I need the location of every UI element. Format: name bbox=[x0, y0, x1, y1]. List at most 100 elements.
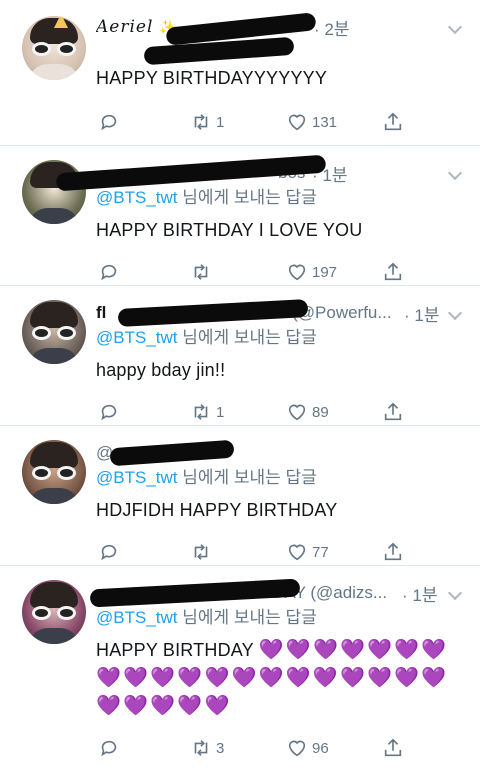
retweet-button[interactable]: 1 bbox=[190, 401, 224, 423]
chevron-down-icon[interactable] bbox=[447, 305, 463, 321]
timestamp[interactable]: · 1분 bbox=[404, 301, 439, 326]
tweet-header: bos · 1분 bbox=[55, 154, 480, 192]
tweet[interactable]: fl DAY (@Powerfu... · 1분 @BTS_twt 님에게 보내… bbox=[0, 286, 480, 426]
tweet-text-main: HAPPY BIRTHDAY bbox=[96, 640, 254, 660]
purple-heart-emoji: 💜 bbox=[367, 639, 393, 661]
reply-context: @BTS_twt 님에게 보내는 답글 bbox=[96, 326, 480, 350]
retweet-icon bbox=[194, 114, 208, 130]
like-icon bbox=[288, 544, 306, 561]
display-name[interactable]: fl bbox=[96, 303, 106, 323]
like-button[interactable]: 96 bbox=[286, 737, 329, 759]
purple-heart-emoji: 💜 bbox=[150, 667, 176, 689]
reply-button[interactable] bbox=[98, 111, 120, 133]
purple-heart-emoji: 💜 bbox=[123, 695, 149, 717]
chevron-down-icon[interactable] bbox=[447, 165, 463, 181]
tweet[interactable]: JIN DAY (@adizs... · 1분 @BTS_twt 님에게 보내는… bbox=[0, 566, 480, 757]
tweet[interactable]: bos · 1분 @BTS_twt 님에게 보내는 답글 HAPPY BIRTH… bbox=[0, 146, 480, 286]
retweet-count: 1 bbox=[216, 113, 225, 131]
retweet-count: 3 bbox=[216, 739, 225, 757]
share-button[interactable] bbox=[382, 737, 404, 759]
purple-heart-emoji: 💜 bbox=[394, 639, 420, 661]
reply-suffix: 님에게 보내는 답글 bbox=[177, 188, 317, 207]
chevron-down-icon[interactable] bbox=[447, 19, 463, 35]
purple-heart-emoji: 💜 bbox=[340, 639, 366, 661]
reply-button[interactable] bbox=[98, 261, 120, 283]
tweet-header: @ bbox=[96, 439, 480, 467]
reply-button[interactable] bbox=[98, 401, 120, 423]
tweet-actions: 3 96 bbox=[96, 724, 480, 772]
share-button[interactable] bbox=[382, 401, 404, 423]
like-button[interactable]: 197 bbox=[286, 261, 337, 283]
retweet-icon bbox=[194, 404, 208, 420]
retweet-button[interactable]: 3 bbox=[190, 737, 224, 759]
avatar[interactable] bbox=[22, 580, 86, 644]
reply-suffix: 님에게 보내는 답글 bbox=[177, 608, 317, 627]
purple-heart-emoji: 💜 bbox=[339, 667, 366, 689]
like-count: 89 bbox=[312, 403, 329, 421]
reply-suffix: 님에게 보내는 답글 bbox=[177, 328, 317, 347]
purple-heart-emoji: 💜 bbox=[258, 667, 284, 689]
like-count: 77 bbox=[312, 543, 329, 561]
purple-heart-emoji: 💜 bbox=[258, 639, 284, 661]
party-hat-icon bbox=[54, 16, 68, 28]
purple-heart-emoji: 💜 bbox=[312, 667, 338, 689]
share-button[interactable] bbox=[382, 541, 404, 563]
reply-button[interactable] bbox=[98, 737, 120, 759]
redaction-scribble bbox=[109, 439, 235, 467]
retweet-button[interactable]: 1 bbox=[190, 111, 224, 133]
timestamp[interactable]: · 2분 bbox=[314, 15, 349, 40]
like-button[interactable]: 89 bbox=[286, 401, 329, 423]
purple-heart-emoji: 💜 bbox=[285, 667, 311, 689]
timeline: Aeriel ✨ · 2분 HAPPY BIRTHDAYYYYYYY 1 131 bbox=[0, 0, 480, 757]
avatar[interactable] bbox=[22, 440, 86, 504]
like-button[interactable]: 77 bbox=[286, 541, 329, 563]
reply-icon bbox=[101, 114, 117, 131]
display-name[interactable]: Aeriel bbox=[96, 17, 153, 37]
like-icon bbox=[288, 740, 306, 757]
retweet-icon bbox=[194, 264, 208, 280]
like-count: 197 bbox=[312, 263, 338, 281]
purple-heart-emoji: 💜 bbox=[204, 695, 230, 717]
tweet-text: HAPPY BIRTHDAYYYYYYY bbox=[96, 68, 328, 88]
reply-icon bbox=[101, 404, 117, 421]
retweet-icon bbox=[194, 740, 208, 756]
like-icon bbox=[288, 114, 306, 131]
reply-context: @BTS_twt 님에게 보내는 답글 bbox=[96, 466, 480, 490]
chevron-down-icon[interactable] bbox=[447, 585, 463, 601]
avatar[interactable] bbox=[22, 160, 86, 224]
avatar[interactable] bbox=[22, 16, 86, 80]
tweet-header: fl DAY (@Powerfu... · 1분 bbox=[96, 299, 480, 327]
reply-mention[interactable]: @BTS_twt bbox=[96, 188, 178, 207]
retweet-icon bbox=[194, 544, 208, 560]
share-button[interactable] bbox=[382, 111, 404, 133]
reply-icon bbox=[101, 740, 117, 757]
like-icon bbox=[288, 264, 306, 281]
like-count: 96 bbox=[312, 739, 329, 757]
purple-heart-emoji: 💜 bbox=[150, 695, 176, 717]
reply-mention[interactable]: @BTS_twt bbox=[96, 328, 178, 347]
timestamp[interactable]: · 1분 bbox=[402, 581, 437, 606]
like-button[interactable]: 131 bbox=[286, 111, 337, 133]
reply-button[interactable] bbox=[98, 541, 120, 563]
purple-heart-emoji: 💜 bbox=[421, 639, 447, 661]
tweet-header: Aeriel ✨ · 2분 bbox=[96, 12, 480, 46]
purple-heart-emoji: 💜 bbox=[96, 695, 122, 717]
purple-heart-emoji: 💜 bbox=[204, 667, 230, 689]
redaction-scribble bbox=[143, 36, 295, 66]
reply-context: @BTS_twt 님에게 보내는 답글 bbox=[96, 186, 480, 210]
tweet-text: HAPPY BIRTHDAY 💜 💜 💜 💜 💜 💜 💜💜 💜 💜 💜 💜 💜 💜 💜 💜 💜 💜 💜 💜💜 💜 💜 💜 💜 bbox=[96, 636, 480, 720]
retweet-button[interactable] bbox=[190, 541, 212, 563]
tweet[interactable]: @ @BTS_twt 님에게 보내는 답글 HDJFIDH HAPPY BIRT… bbox=[0, 426, 480, 566]
retweet-button[interactable] bbox=[190, 261, 212, 283]
tweet-header: JIN DAY (@adizs... · 1분 bbox=[89, 578, 480, 608]
share-button[interactable] bbox=[382, 261, 404, 283]
reply-mention[interactable]: @BTS_twt bbox=[96, 608, 178, 627]
purple-heart-emoji: 💜 bbox=[394, 667, 420, 689]
tweet[interactable]: Aeriel ✨ · 2분 HAPPY BIRTHDAYYYYYYY 1 131 bbox=[0, 0, 480, 146]
avatar[interactable] bbox=[22, 300, 86, 364]
reply-suffix: 님에게 보내는 답글 bbox=[177, 468, 317, 487]
like-count: 131 bbox=[312, 113, 338, 131]
share-icon bbox=[384, 738, 402, 757]
reply-mention[interactable]: @BTS_twt bbox=[96, 468, 178, 487]
purple-heart-emoji: 💜 bbox=[96, 667, 122, 689]
